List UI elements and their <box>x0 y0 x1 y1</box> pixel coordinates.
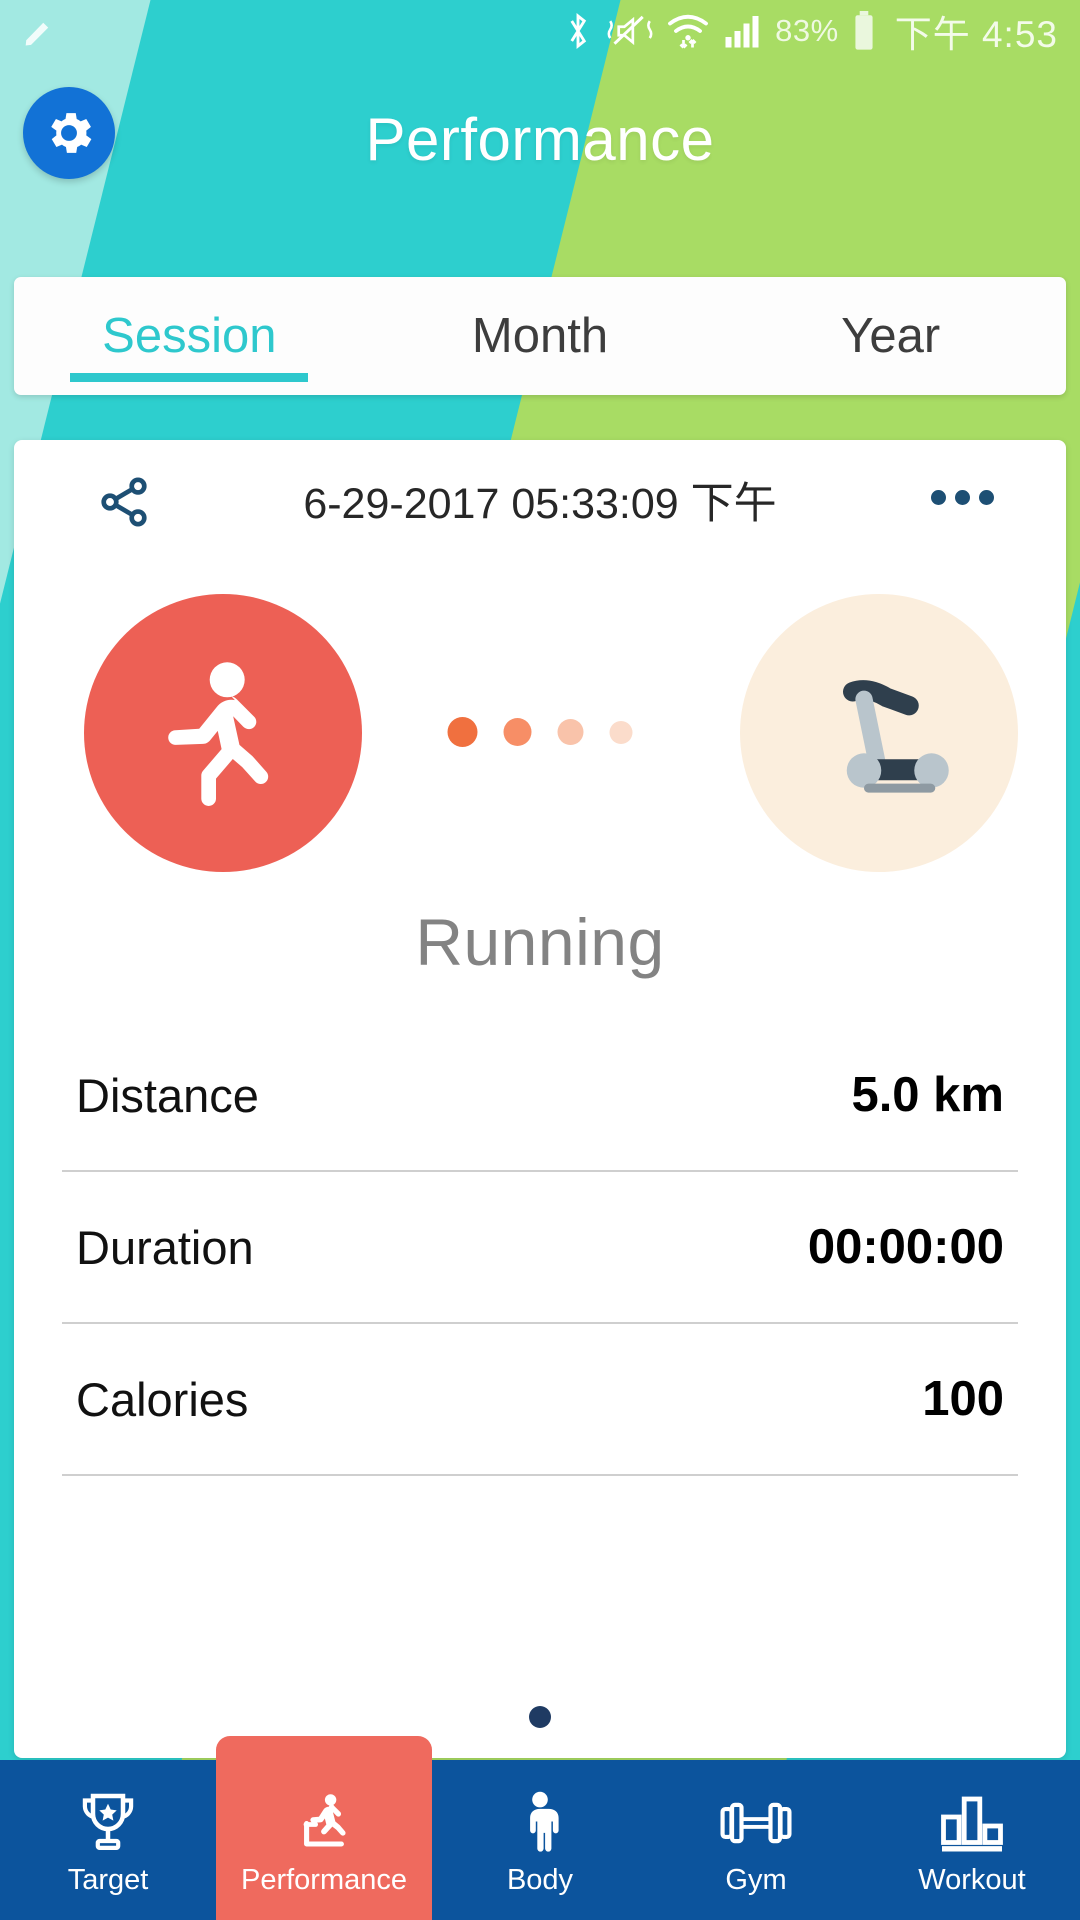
nav-item-performance[interactable]: Performance <box>216 1736 432 1920</box>
settings-button[interactable] <box>23 87 115 179</box>
cellular-signal-icon <box>725 16 759 48</box>
metrics-list: Distance 5.0 km Duration 00:00:00 Calori… <box>14 1020 1066 1476</box>
status-bar: 83% 下午 4:53 <box>0 0 1080 62</box>
metric-row: Calories 100 <box>14 1324 1066 1474</box>
nav-label: Gym <box>725 1864 787 1896</box>
nav-item-target[interactable]: Target <box>0 1760 216 1920</box>
page-title: Performance <box>365 106 715 173</box>
activity-badge <box>84 594 362 872</box>
metric-row: Duration 00:00:00 <box>14 1172 1066 1322</box>
bottom-navigation: Target Performance Body Gym Workout <box>0 1736 1080 1920</box>
battery-icon <box>855 11 873 50</box>
tab-month-label: Month <box>471 309 609 363</box>
tab-session-label: Session <box>102 309 277 363</box>
activity-illustration <box>14 582 1066 882</box>
nav-label: Target <box>67 1864 149 1896</box>
metric-value: 5.0 km <box>851 1068 1004 1122</box>
session-datetime: 6-29-2017 05:33:09 下午 <box>303 480 777 528</box>
divider <box>62 1474 1018 1476</box>
wifi-icon <box>668 14 709 49</box>
mute-vibrate-icon <box>607 15 653 46</box>
running-person-icon <box>168 662 269 806</box>
app-screen: 83% 下午 4:53 Performance Session Month Ye… <box>0 0 1080 1920</box>
treadmill-runner-icon <box>303 1794 346 1847</box>
treadmill-icon <box>843 680 949 793</box>
battery-percent-label: 83% <box>775 13 839 48</box>
person-icon <box>530 1791 559 1852</box>
app-bar: Performance <box>0 62 1080 217</box>
tab-month[interactable]: Month <box>365 277 716 395</box>
metric-label: Duration <box>76 1220 254 1274</box>
tab-session[interactable]: Session <box>14 277 365 395</box>
period-tab-bar: Session Month Year <box>14 277 1066 395</box>
equipment-badge <box>740 594 1018 872</box>
bar-chart-icon <box>941 1796 1003 1852</box>
more-options-icon[interactable] <box>931 490 994 505</box>
page-indicator <box>14 1706 1066 1728</box>
activity-name: Running <box>415 905 665 979</box>
metric-label: Calories <box>76 1372 249 1426</box>
metric-value: 00:00:00 <box>807 1220 1004 1274</box>
nav-item-gym[interactable]: Gym <box>648 1760 864 1920</box>
gear-icon <box>51 113 92 153</box>
nav-label: Performance <box>240 1864 407 1896</box>
tab-year[interactable]: Year <box>715 277 1066 395</box>
bluetooth-icon <box>570 13 587 49</box>
metric-row: Distance 5.0 km <box>14 1020 1066 1170</box>
progress-dots <box>447 717 633 747</box>
session-card: 6-29-2017 05:33:09 下午 Running Distance 5… <box>14 440 1066 1758</box>
dumbbell-icon <box>720 1802 792 1844</box>
trophy-icon <box>82 1793 134 1850</box>
session-header: 6-29-2017 05:33:09 下午 <box>14 440 1066 560</box>
pencil-icon <box>25 22 49 46</box>
metric-value: 100 <box>922 1372 1004 1426</box>
nav-item-workout[interactable]: Workout <box>864 1760 1080 1920</box>
clock-label: 下午 4:53 <box>894 14 1058 55</box>
nav-item-body[interactable]: Body <box>432 1760 648 1920</box>
share-icon[interactable] <box>96 474 152 530</box>
nav-label: Workout <box>918 1864 1026 1896</box>
metric-label: Distance <box>76 1068 259 1122</box>
tab-year-label: Year <box>841 309 941 363</box>
nav-label: Body <box>506 1864 574 1896</box>
